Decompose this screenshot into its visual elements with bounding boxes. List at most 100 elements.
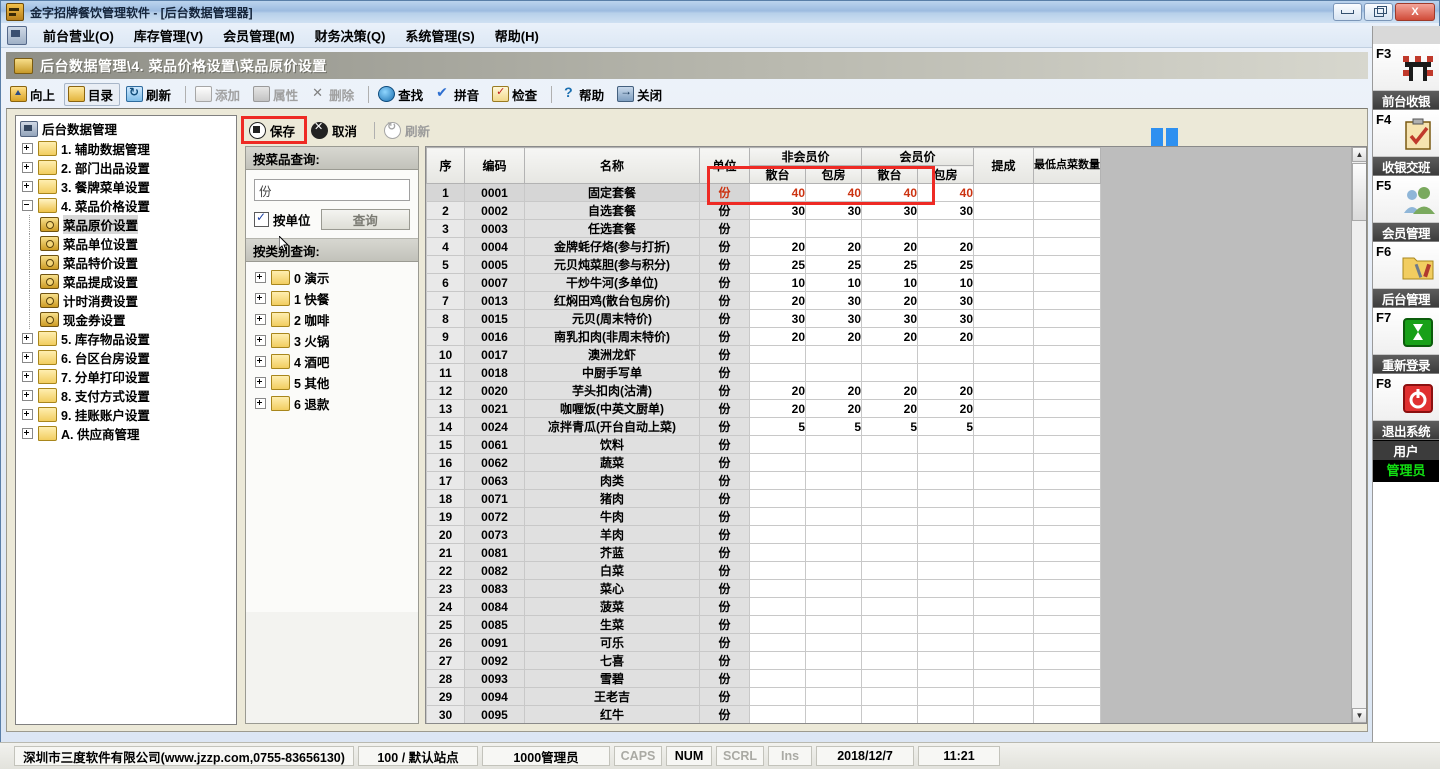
cell-name[interactable]: 雪碧 xyxy=(524,669,700,688)
cell-nonmember-room[interactable]: 30 xyxy=(805,291,862,310)
cell-nonmember-room[interactable] xyxy=(805,525,862,544)
cell-min-qty[interactable] xyxy=(1033,579,1101,598)
cell-member-open[interactable] xyxy=(861,633,918,652)
cell-nonmember-open[interactable] xyxy=(749,597,806,616)
close-button[interactable]: X xyxy=(1395,3,1435,21)
cell-code[interactable]: 0016 xyxy=(464,327,525,346)
cell-min-qty[interactable] xyxy=(1033,543,1101,562)
category-item-3[interactable]: 3 火锅 xyxy=(246,330,418,351)
col-commission[interactable]: 提成 xyxy=(973,147,1034,184)
cell-commission[interactable] xyxy=(973,273,1034,292)
col-nonmember-room[interactable]: 包房 xyxy=(805,165,862,184)
cell-member-open[interactable] xyxy=(861,525,918,544)
cell-member-open[interactable] xyxy=(861,687,918,706)
table-row[interactable]: 21 0081 芥蓝份 xyxy=(426,543,1101,562)
cell-nonmember-open[interactable] xyxy=(749,507,806,526)
cell-min-qty[interactable] xyxy=(1033,597,1101,616)
table-row[interactable]: 6 0007 干炒牛河(多单位) 份 10 10 10 10 xyxy=(426,273,1101,292)
cell-unit[interactable]: 份 xyxy=(699,417,750,436)
cell-seq[interactable]: 3 xyxy=(426,219,465,238)
cell-nonmember-room[interactable] xyxy=(805,453,862,472)
cell-name[interactable]: 菠菜 xyxy=(524,597,700,616)
cell-unit[interactable]: 份 xyxy=(699,489,750,508)
cell-min-qty[interactable] xyxy=(1033,183,1101,202)
tree-node-3[interactable]: 4. 菜品价格设置 xyxy=(16,196,236,215)
category-item-5[interactable]: 5 其他 xyxy=(246,372,418,393)
cell-code[interactable]: 0082 xyxy=(464,561,525,580)
cell-nonmember-room[interactable]: 20 xyxy=(805,399,862,418)
cell-commission[interactable] xyxy=(973,183,1034,202)
cell-nonmember-open[interactable] xyxy=(749,345,806,364)
cell-member-open[interactable]: 20 xyxy=(861,327,918,346)
cell-nonmember-room[interactable] xyxy=(805,561,862,580)
cell-member-room[interactable]: 5 xyxy=(917,417,974,436)
cell-name[interactable]: 元贝(周末特价) xyxy=(524,309,700,328)
cell-nonmember-room[interactable]: 40 xyxy=(805,183,862,202)
cell-name[interactable]: 金牌蚝仔烙(参与打折) xyxy=(524,237,700,256)
cell-code[interactable]: 0095 xyxy=(464,705,525,723)
cell-member-open[interactable]: 5 xyxy=(861,417,918,436)
cell-commission[interactable] xyxy=(973,669,1034,688)
col-member-open[interactable]: 散台 xyxy=(861,165,918,184)
cell-member-room[interactable] xyxy=(917,615,974,634)
cell-min-qty[interactable] xyxy=(1033,669,1101,688)
cell-min-qty[interactable] xyxy=(1033,201,1101,220)
cell-min-qty[interactable] xyxy=(1033,273,1101,292)
menu-item-help[interactable]: 帮助(H) xyxy=(485,23,549,48)
function-key-label-f4[interactable]: 收银交班 xyxy=(1373,157,1439,176)
expand-icon[interactable] xyxy=(22,333,33,344)
cell-code[interactable]: 0085 xyxy=(464,615,525,634)
expand-icon[interactable] xyxy=(255,272,266,283)
cell-commission[interactable] xyxy=(973,309,1034,328)
cell-min-qty[interactable] xyxy=(1033,237,1101,256)
cell-nonmember-room[interactable] xyxy=(805,597,862,616)
navigation-tree[interactable]: 后台数据管理 1. 辅助数据管理 2. 部门出品设置 3. 餐牌菜单设置 4. 菜品价… xyxy=(15,115,237,725)
cell-unit[interactable]: 份 xyxy=(699,651,750,670)
cell-nonmember-open[interactable]: 20 xyxy=(749,291,806,310)
cell-name[interactable]: 凉拌青瓜(开台自动上菜) xyxy=(524,417,700,436)
tree-node-5[interactable]: 菜品单位设置 xyxy=(16,234,236,253)
save-button[interactable]: 保存 xyxy=(241,115,307,144)
cell-code[interactable]: 0084 xyxy=(464,597,525,616)
cell-unit[interactable]: 份 xyxy=(699,435,750,454)
tree-node-0[interactable]: 1. 辅助数据管理 xyxy=(16,139,236,158)
function-key-f8[interactable]: F8 xyxy=(1373,374,1439,421)
cell-code[interactable]: 0072 xyxy=(464,507,525,526)
cell-member-open[interactable]: 20 xyxy=(861,381,918,400)
cell-seq[interactable]: 2 xyxy=(426,201,465,220)
cell-nonmember-open[interactable] xyxy=(749,363,806,382)
cell-min-qty[interactable] xyxy=(1033,363,1101,382)
mdi-system-icon[interactable] xyxy=(7,25,27,45)
cell-unit[interactable]: 份 xyxy=(699,579,750,598)
tree-node-2[interactable]: 3. 餐牌菜单设置 xyxy=(16,177,236,196)
expand-icon[interactable] xyxy=(255,356,266,367)
cell-name[interactable]: 元贝炖菜胆(参与积分) xyxy=(524,255,700,274)
cell-name[interactable]: 干炒牛河(多单位) xyxy=(524,273,700,292)
cell-member-open[interactable]: 25 xyxy=(861,255,918,274)
cell-nonmember-open[interactable] xyxy=(749,633,806,652)
function-key-label-f6[interactable]: 后台管理 xyxy=(1373,289,1439,308)
cell-seq[interactable]: 5 xyxy=(426,255,465,274)
cell-member-room[interactable] xyxy=(917,705,974,723)
cell-commission[interactable] xyxy=(973,633,1034,652)
cell-name[interactable]: 芥蓝 xyxy=(524,543,700,562)
cell-member-room[interactable] xyxy=(918,724,974,725)
cell-name[interactable]: 澳洲龙虾 xyxy=(524,345,700,364)
table-row[interactable]: 18 0071 猪肉份 xyxy=(426,489,1101,508)
cell-seq[interactable]: 31 xyxy=(427,724,465,725)
col-name[interactable]: 名称 xyxy=(524,147,700,184)
cell-min-qty[interactable] xyxy=(1033,327,1101,346)
scroll-thumb[interactable] xyxy=(1352,163,1366,221)
cell-nonmember-room[interactable]: 5 xyxy=(805,417,862,436)
cell-unit[interactable]: 份 xyxy=(699,687,750,706)
cell-member-room[interactable] xyxy=(917,453,974,472)
cell-commission[interactable] xyxy=(973,219,1034,238)
cell-member-room[interactable] xyxy=(917,633,974,652)
cell-member-room[interactable] xyxy=(917,543,974,562)
toolbar-pinyin-button[interactable]: 拼音 xyxy=(432,83,486,106)
cell-commission[interactable] xyxy=(973,237,1034,256)
cell-member-room[interactable] xyxy=(917,597,974,616)
cell-unit[interactable]: 份 xyxy=(699,237,750,256)
cell-nonmember-open[interactable] xyxy=(749,561,806,580)
cell-nonmember-room[interactable] xyxy=(805,651,862,670)
